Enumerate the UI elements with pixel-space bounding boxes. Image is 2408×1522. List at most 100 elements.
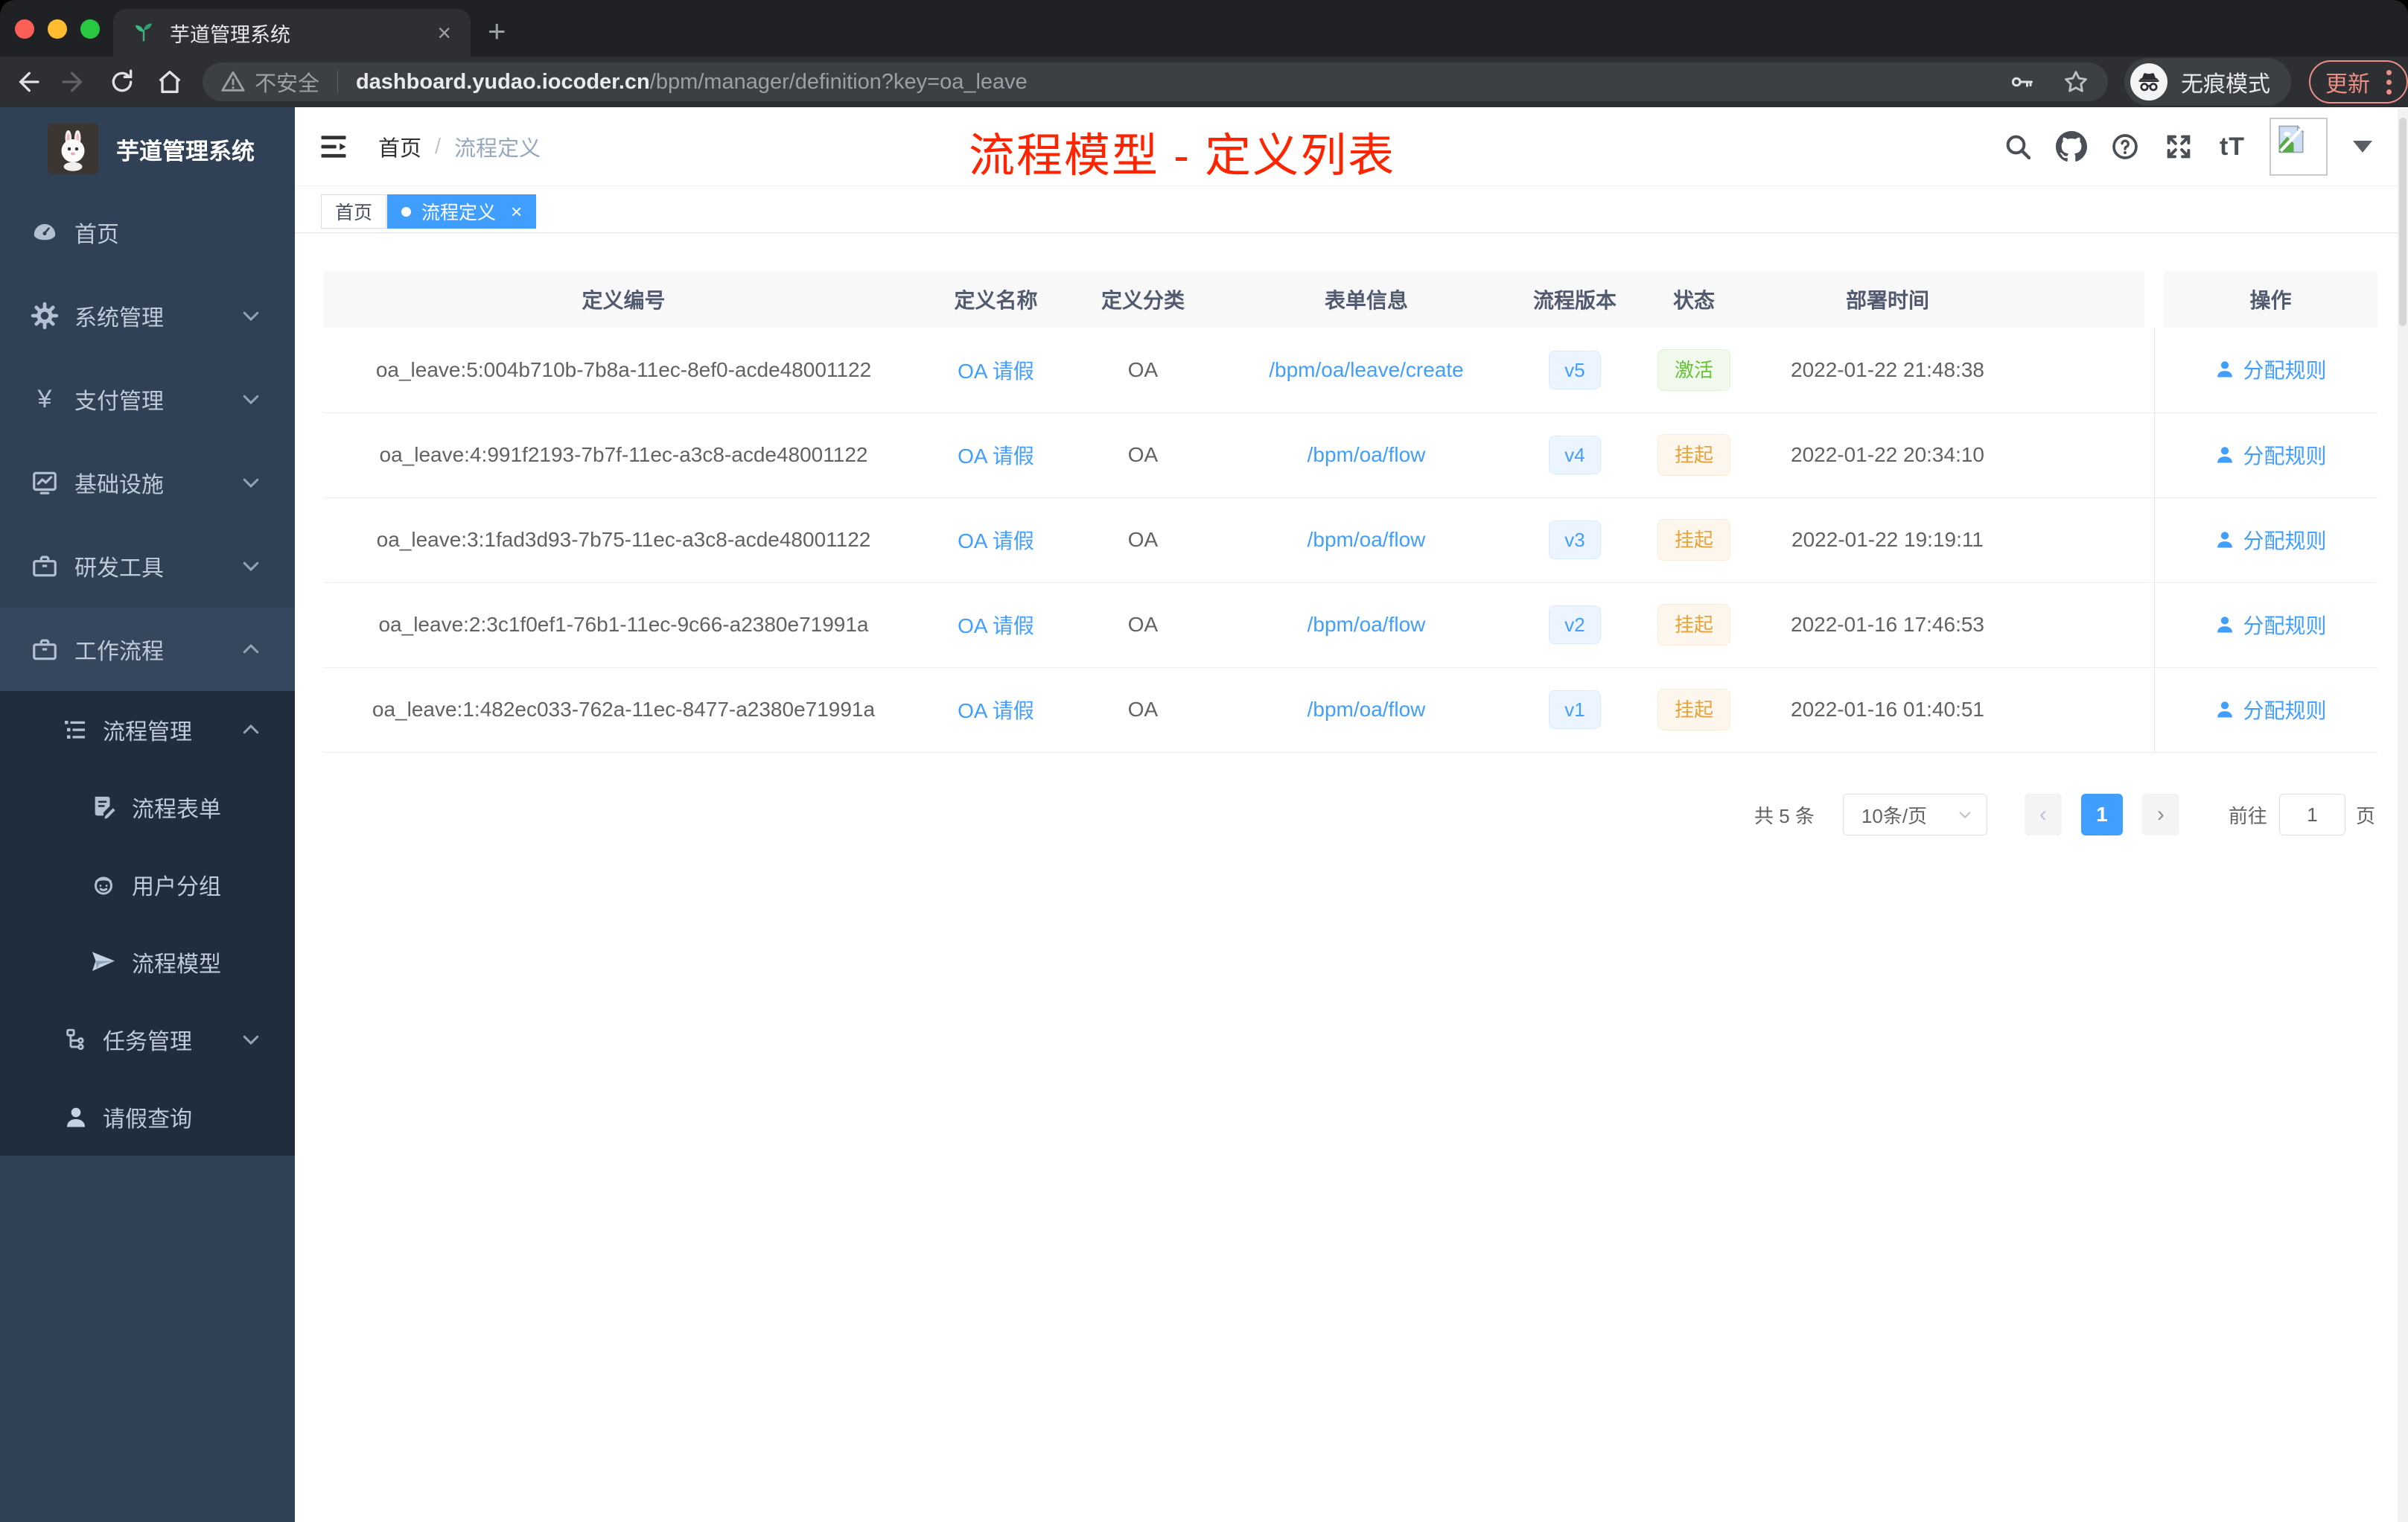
cell-definition-id: oa_leave:1:482ec033-762a-11ec-8477-a2380… <box>324 667 923 753</box>
forward-button[interactable] <box>54 61 95 103</box>
form-info-link[interactable]: /bpm/oa/flow <box>1307 443 1426 466</box>
sidebar-item-task-management[interactable]: 任务管理 <box>0 1001 295 1078</box>
search-icon[interactable] <box>2001 130 2034 163</box>
definition-name-link[interactable]: OA 请假 <box>958 529 1034 553</box>
tag-home[interactable]: 首页 <box>321 194 387 229</box>
yen-icon: ¥ <box>37 384 52 413</box>
assign-rule-link[interactable]: 分配规则 <box>2214 610 2327 640</box>
definition-name-link[interactable]: OA 请假 <box>958 445 1034 468</box>
url-path: /bpm/manager/definition?key=oa_leave <box>649 69 1028 94</box>
help-icon[interactable] <box>2109 130 2141 163</box>
user-icon <box>2217 446 2233 462</box>
definition-name-link[interactable]: OA 请假 <box>958 614 1034 637</box>
sidebar-item-system-management[interactable]: 系统管理 <box>0 274 295 357</box>
user-icon <box>2217 701 2233 717</box>
tag-close-icon[interactable]: × <box>511 200 522 223</box>
page-scrollbar-thumb[interactable] <box>2399 118 2407 326</box>
sidebar-item-dev-tools[interactable]: 研发工具 <box>0 524 295 608</box>
form-info-link[interactable]: /bpm/oa/leave/create <box>1269 358 1464 381</box>
sidebar-item-process-form[interactable]: 流程表单 <box>0 768 295 846</box>
assign-rule-link[interactable]: 分配规则 <box>2214 354 2327 384</box>
next-page-button[interactable]: › <box>2141 794 2179 835</box>
fixed-column-divider <box>2154 328 2155 752</box>
sidebar-item-infrastructure[interactable]: 基础设施 <box>0 441 295 524</box>
workflow-submenu: 流程管理 流程表单 用户分组 流程模型 任务管理 请假查询 <box>0 691 295 1156</box>
list-tree-icon <box>59 716 93 743</box>
app-window: 芋道管理系统 首页 系统管理 ¥ 支付管理 基础设施 研发工具 工作流程 流程管… <box>0 107 2408 1522</box>
cell-category: OA <box>1068 413 1217 498</box>
goto-page-input[interactable] <box>2278 794 2345 835</box>
sidebar-item-payment-management[interactable]: ¥ 支付管理 <box>0 357 295 441</box>
bookmark-star-icon[interactable] <box>2062 68 2090 96</box>
home-button[interactable] <box>149 61 191 103</box>
browser-update-menu-button[interactable]: 更新 <box>2309 60 2408 104</box>
tab-title: 芋道管理系统 <box>170 23 290 46</box>
sidebar-item-process-management[interactable]: 流程管理 <box>0 691 295 768</box>
form-info-link[interactable]: /bpm/oa/flow <box>1307 613 1426 636</box>
font-size-icon[interactable]: tT <box>2216 130 2249 163</box>
fullscreen-icon[interactable] <box>2162 130 2195 163</box>
window-controls <box>15 19 100 39</box>
navbar: 首页 / 流程定义 流程模型 - 定义列表 tT <box>295 107 2408 186</box>
app-title: 芋道管理系统 <box>116 138 255 165</box>
col-header-form-info: 表单信息 <box>1217 271 1515 328</box>
breadcrumb-home[interactable]: 首页 <box>378 131 421 162</box>
new-tab-button[interactable]: + <box>488 13 506 49</box>
back-button[interactable] <box>6 61 48 103</box>
form-info-link[interactable]: /bpm/oa/flow <box>1307 698 1426 721</box>
paper-plane-icon <box>86 949 121 975</box>
cell-category: OA <box>1068 667 1217 753</box>
definition-name-link[interactable]: OA 请假 <box>958 699 1034 722</box>
status-badge: 激活 <box>1657 348 1730 391</box>
definition-table: 定义编号 定义名称 定义分类 表单信息 流程版本 状态 部署时间 操作 oa_l… <box>324 271 2377 753</box>
page-size-select[interactable]: 10条/页 <box>1842 794 1987 835</box>
form-info-link[interactable]: /bpm/oa/flow <box>1307 528 1426 551</box>
breadcrumb: 首页 / 流程定义 <box>378 107 541 186</box>
assign-rule-link[interactable]: 分配规则 <box>2214 525 2327 555</box>
sidebar-item-label: 用户分组 <box>132 875 221 899</box>
screen: 芋道管理系统 × + 不安全 dashboard.yudao.iocoder.c… <box>0 0 2408 1522</box>
version-badge: v2 <box>1549 605 1601 644</box>
sidebar-item-workflow[interactable]: 工作流程 <box>0 608 295 691</box>
assign-rule-link[interactable]: 分配规则 <box>2214 695 2327 725</box>
status-badge: 挂起 <box>1657 434 1730 476</box>
definition-name-link[interactable]: OA 请假 <box>958 360 1034 383</box>
cell-category: OA <box>1068 582 1217 668</box>
address-bar[interactable]: 不安全 dashboard.yudao.iocoder.cn/bpm/manag… <box>202 63 2109 101</box>
sidebar-item-label: 流程管理 <box>103 720 192 745</box>
page-unit-label: 页 <box>2355 804 2375 827</box>
github-icon[interactable] <box>2055 130 2088 163</box>
briefcase-icon <box>28 552 62 580</box>
window-minimize-button[interactable] <box>48 19 67 39</box>
breadcrumb-separator: / <box>435 134 442 159</box>
tab-close-icon[interactable]: × <box>437 21 451 45</box>
browser-tab[interactable]: 芋道管理系统 × <box>113 9 471 57</box>
col-header-deploy-time: 部署时间 <box>1754 271 2022 328</box>
sidebar-toggle-icon[interactable] <box>317 130 350 163</box>
dashboard-icon <box>28 218 62 246</box>
page-content: 定义编号 定义名称 定义分类 表单信息 流程版本 状态 部署时间 操作 oa_l… <box>295 234 2408 1522</box>
tag-process-definition[interactable]: 流程定义 × <box>387 194 537 229</box>
reload-button[interactable] <box>101 61 143 103</box>
sidebar-item-user-group[interactable]: 用户分组 <box>0 846 295 923</box>
cell-definition-id: oa_leave:4:991f2193-7b7f-11ec-a3c8-acde4… <box>324 413 923 498</box>
current-page-button[interactable]: 1 <box>2080 794 2123 835</box>
key-icon[interactable] <box>2008 69 2035 95</box>
fixed-column-gap <box>2144 271 2164 328</box>
prev-page-button[interactable]: ‹ <box>2024 794 2062 835</box>
sidebar-item-leave-query[interactable]: 请假查询 <box>0 1078 295 1156</box>
chevron-up-icon <box>240 719 262 741</box>
update-label: 更新 <box>2325 72 2371 97</box>
sidebar-item-home[interactable]: 首页 <box>0 191 295 274</box>
sidebar: 芋道管理系统 首页 系统管理 ¥ 支付管理 基础设施 研发工具 工作流程 流程管… <box>0 107 295 1522</box>
window-zoom-button[interactable] <box>80 19 100 39</box>
document-edit-icon <box>86 795 121 820</box>
chevron-down-icon <box>240 555 262 577</box>
assign-rule-link[interactable]: 分配规则 <box>2214 440 2327 470</box>
avatar[interactable] <box>2270 118 2328 176</box>
window-close-button[interactable] <box>15 19 34 39</box>
sidebar-item-process-model[interactable]: 流程模型 <box>0 923 295 1001</box>
status-badge: 挂起 <box>1657 689 1730 730</box>
page-scrollbar[interactable] <box>2398 109 2408 1522</box>
logo-image <box>48 124 98 174</box>
